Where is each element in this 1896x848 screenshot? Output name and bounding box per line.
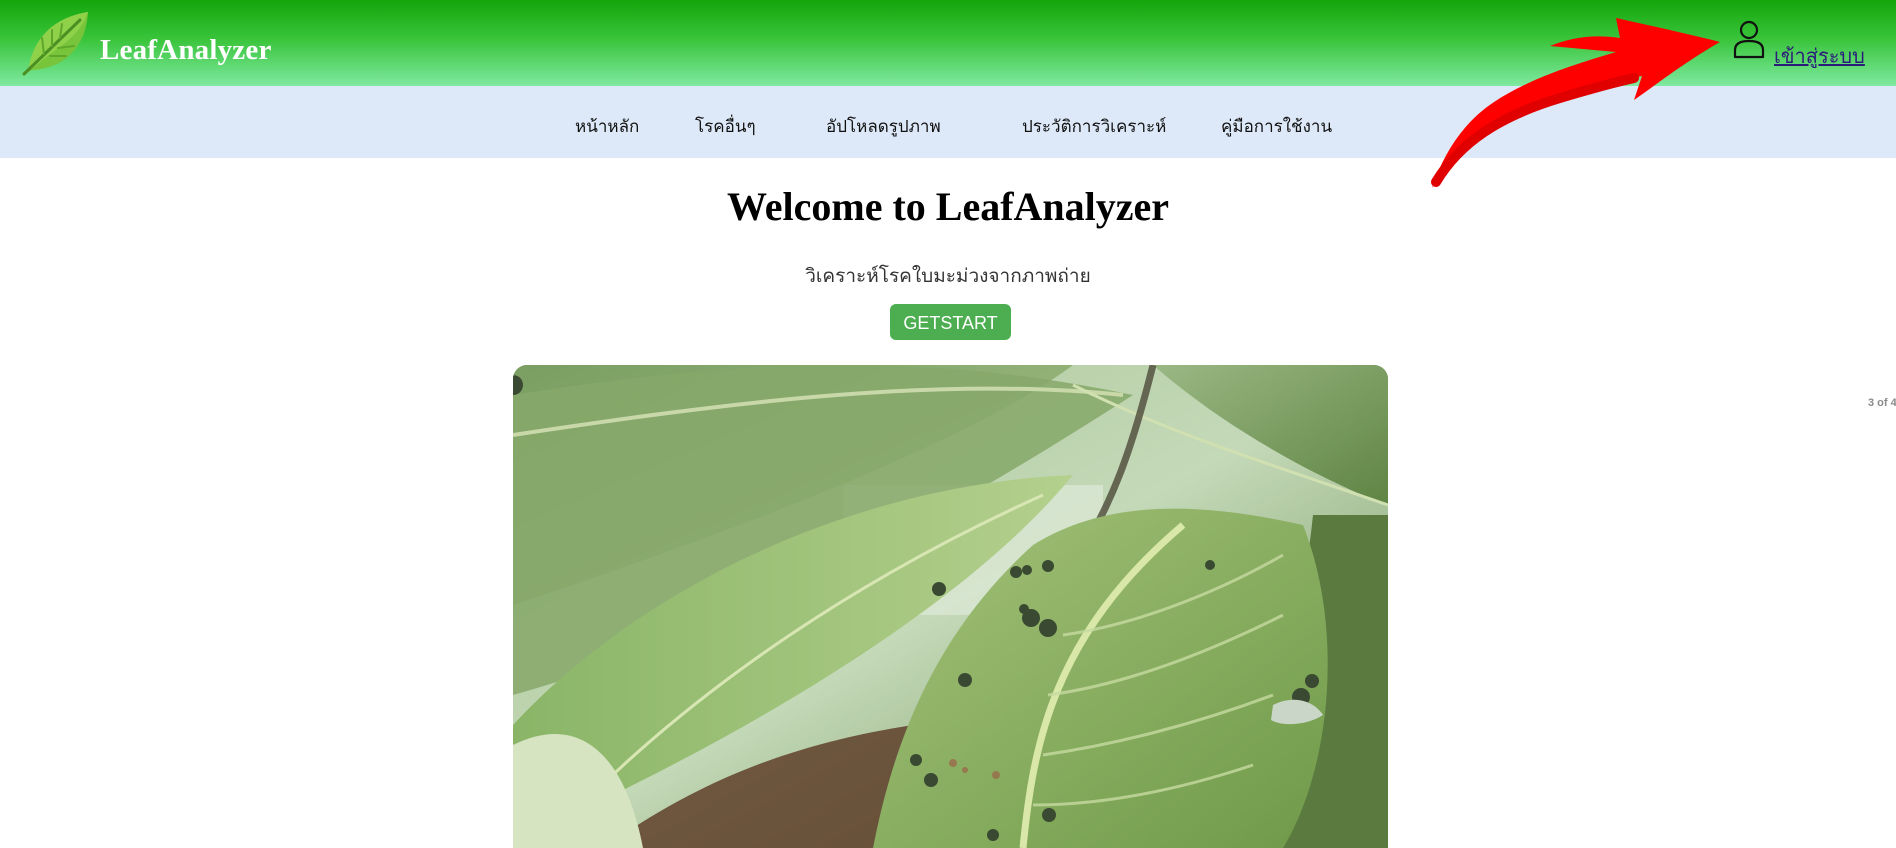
mango-leaf-photo [513,365,1388,848]
brand-name[interactable]: LeafAnalyzer [100,36,272,65]
nav-item-user-guide[interactable]: คู่มือการใช้งาน [1221,113,1332,140]
login-link[interactable]: เข้าสู่ระบบ [1774,40,1865,72]
leaf-icon [22,12,88,76]
red-arrow-icon [1431,18,1720,188]
nav-item-other-diseases[interactable]: โรคอื่นๆ [695,113,756,140]
slideshow-image[interactable] [513,365,1388,848]
nav-item-upload-image[interactable]: อัปโหลดรูปภาพ [826,113,941,140]
slide-counter: 3 of 4 [1868,397,1896,409]
page-title: Welcome to LeafAnalyzer [726,184,1170,229]
page-subtitle: วิเคราะห์โรคใบมะม่วงจากภาพถ่าย [805,266,1091,287]
get-start-button[interactable]: GETSTART [890,304,1011,340]
nav-item-home[interactable]: หน้าหลัก [575,113,639,140]
nav-item-analysis-history[interactable]: ประวัติการวิเคราะห์ [1022,113,1166,140]
